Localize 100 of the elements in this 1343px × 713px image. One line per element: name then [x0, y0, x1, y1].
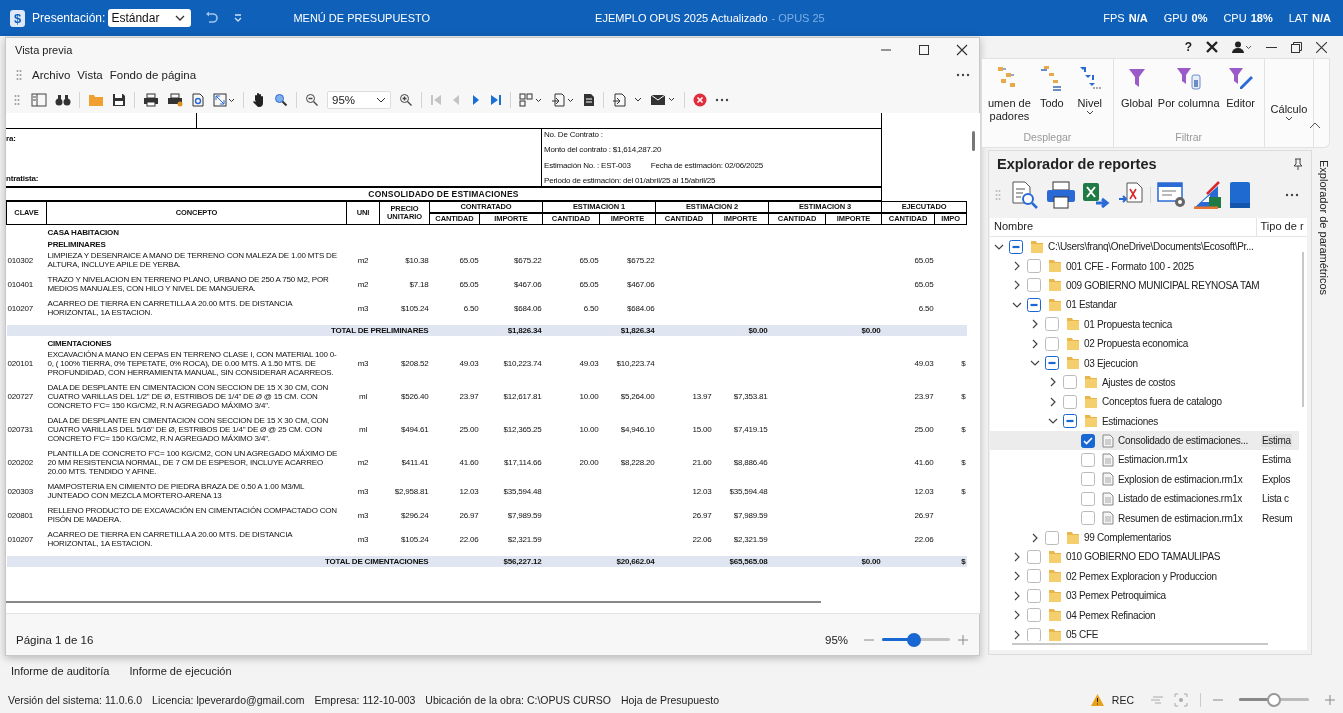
import-icon[interactable] [612, 93, 626, 107]
user-icon[interactable] [1232, 41, 1252, 53]
excel-export-icon[interactable] [1082, 181, 1112, 209]
expand-icon[interactable] [1012, 261, 1022, 272]
expand-icon[interactable] [1030, 319, 1040, 330]
close-icon[interactable] [1316, 41, 1327, 53]
zoom-dropdown[interactable]: 95% [327, 91, 391, 109]
checkbox[interactable] [1027, 627, 1041, 641]
document-search-icon[interactable] [1010, 181, 1040, 209]
menu-item[interactable]: Vista [77, 68, 103, 81]
recording-label[interactable]: REC [1111, 693, 1134, 706]
ribbon-button[interactable]: Global [1119, 59, 1154, 131]
save-icon[interactable] [112, 93, 126, 107]
expand-icon[interactable] [1012, 610, 1022, 621]
horizontal-scrollbar[interactable] [6, 601, 821, 603]
book-icon[interactable] [1229, 181, 1251, 209]
expand-icon[interactable] [1012, 551, 1022, 562]
undo-icon[interactable] [205, 11, 220, 25]
column-header[interactable]: Nombre [990, 218, 1257, 236]
ribbon-menu-label[interactable]: MENÚ DE PRESUPUESTO [293, 12, 431, 24]
caret-icon[interactable] [634, 97, 642, 103]
checkbox[interactable] [1045, 530, 1059, 545]
checkbox[interactable] [1027, 569, 1041, 584]
ribbon-button[interactable]: Por columna [1157, 59, 1220, 131]
binoculars-icon[interactable] [55, 93, 71, 107]
ribbon-button[interactable]: umen de padores [988, 59, 1031, 131]
expand-icon[interactable] [1048, 396, 1058, 407]
checkbox[interactable] [1063, 375, 1077, 390]
restore-icon[interactable] [1291, 41, 1302, 53]
presentation-dropdown[interactable]: Estándar [108, 9, 192, 27]
zoom-out-icon[interactable] [305, 93, 319, 107]
ruler-triangle-icon[interactable] [1193, 181, 1223, 209]
expand-icon[interactable] [1012, 571, 1022, 582]
checkbox[interactable] [1027, 259, 1041, 274]
more-icon[interactable] [715, 98, 729, 102]
page-icon[interactable] [583, 93, 595, 107]
grip-icon[interactable] [995, 189, 1001, 201]
close-preview-icon[interactable] [693, 93, 707, 107]
checkbox[interactable] [1081, 511, 1095, 526]
checkbox[interactable] [1009, 239, 1023, 254]
checkbox[interactable] [1045, 317, 1059, 332]
expand-icon[interactable] [1048, 377, 1058, 388]
ribbon-button[interactable]: Editor [1223, 59, 1258, 131]
expand-icon[interactable] [1012, 590, 1022, 601]
ribbon-button[interactable]: Cálculo [1270, 59, 1308, 147]
checkbox[interactable] [1081, 433, 1095, 448]
help-button[interactable]: ? [1184, 40, 1192, 54]
checkbox[interactable] [1081, 472, 1095, 487]
checkbox[interactable] [1027, 549, 1041, 564]
tab[interactable]: Informe de auditoría [11, 665, 110, 677]
page-preview-icon[interactable] [191, 93, 205, 107]
print-icon[interactable] [1046, 181, 1076, 209]
zoom-slider-thumb[interactable] [1267, 692, 1281, 707]
more-icon[interactable] [956, 72, 971, 77]
checkbox[interactable] [1081, 453, 1095, 467]
customize-icon[interactable] [233, 13, 244, 23]
maximize-icon[interactable] [918, 44, 931, 56]
resize-icon[interactable] [213, 93, 235, 107]
mail-icon[interactable] [650, 94, 676, 106]
expand-icon[interactable] [1030, 532, 1040, 543]
zoom-icon[interactable] [274, 93, 288, 107]
checkbox[interactable] [1063, 414, 1077, 429]
checkbox[interactable] [1045, 356, 1059, 371]
settings-window-icon[interactable] [1157, 181, 1187, 209]
expand-icon[interactable] [1012, 280, 1022, 291]
checkbox[interactable] [1027, 588, 1041, 603]
layout-icon[interactable] [519, 93, 543, 107]
checkbox[interactable] [1081, 491, 1095, 506]
expand-icon[interactable] [1012, 629, 1022, 640]
checkbox[interactable] [1063, 394, 1077, 409]
export-icon[interactable] [551, 93, 575, 107]
grip-icon[interactable] [16, 68, 22, 81]
sidebar-icon[interactable] [31, 93, 47, 107]
checkbox[interactable] [1027, 608, 1041, 623]
checkbox[interactable] [1027, 297, 1041, 312]
tab[interactable]: Informe de ejecución [129, 665, 232, 677]
checkbox[interactable] [1027, 278, 1041, 293]
zoom-slider-thumb[interactable] [907, 632, 921, 647]
horizontal-scrollbar[interactable] [1012, 643, 1268, 645]
menu-item[interactable]: Fondo de página [109, 68, 197, 81]
zoom-slider-track[interactable] [1239, 692, 1309, 707]
menu-item[interactable]: Archivo [32, 68, 71, 81]
close-icon[interactable] [956, 44, 969, 56]
zoom-slider-track[interactable] [882, 632, 951, 647]
side-tab[interactable]: Explorador de paramétricos [1318, 150, 1338, 656]
grip-icon[interactable] [14, 94, 20, 106]
tree-row[interactable]: Consolidado de estimaciones... Estima [990, 430, 1299, 451]
pin-icon[interactable] [1293, 158, 1303, 170]
print-icon[interactable] [143, 93, 159, 107]
zoom-in-icon[interactable] [399, 93, 413, 107]
column-header[interactable]: Tipo de r [1256, 218, 1307, 236]
collapse-ribbon-icon[interactable] [1309, 122, 1321, 129]
checkbox[interactable] [1045, 336, 1059, 351]
ribbon-button[interactable]: Todo [1034, 59, 1069, 131]
last-page-icon[interactable] [490, 94, 502, 106]
tools-icon[interactable] [1206, 41, 1218, 53]
more-icon[interactable] [1285, 193, 1299, 197]
expand-icon[interactable] [1030, 338, 1040, 349]
ribbon-button[interactable]: Nivel [1072, 59, 1107, 131]
hand-icon[interactable] [252, 92, 266, 108]
